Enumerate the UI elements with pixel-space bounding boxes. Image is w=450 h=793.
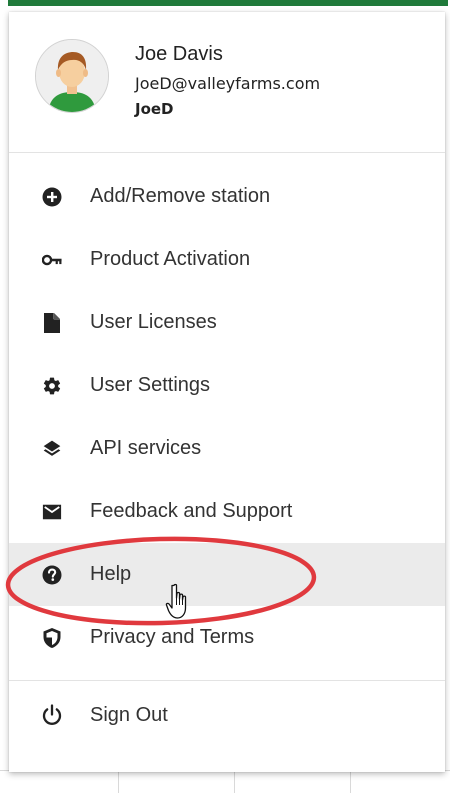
menu-item-feedback-and-support[interactable]: Feedback and Support [9, 480, 445, 543]
envelope-icon [42, 502, 62, 522]
menu-item-label: Help [90, 563, 132, 585]
user-handle: JoeD [135, 100, 174, 118]
user-name: Joe Davis [135, 43, 223, 65]
menu-item-label: Add/Remove station [90, 185, 271, 207]
table-column-divider [118, 771, 119, 793]
menu-item-label: User Settings [90, 374, 211, 396]
user-profile-header: Joe Davis JoeD@valleyfarms.com JoeD [9, 12, 445, 153]
menu-item-label: Product Activation [90, 248, 251, 270]
menu-items: Add/Remove station Product Activation Us… [9, 165, 445, 749]
menu-item-user-licenses[interactable]: User Licenses [9, 291, 445, 354]
key-icon [42, 250, 62, 270]
sign-out-label: Sign Out [90, 703, 168, 726]
menu-item-help[interactable]: Help [9, 543, 445, 606]
account-menu: Joe Davis JoeD@valleyfarms.com JoeD Add/… [9, 12, 445, 772]
layers-icon [42, 439, 62, 459]
menu-item-user-settings[interactable]: User Settings [9, 354, 445, 417]
user-avatar-icon[interactable] [35, 39, 109, 113]
menu-item-product-activation[interactable]: Product Activation [9, 228, 445, 291]
menu-item-add-remove-station[interactable]: Add/Remove station [9, 165, 445, 228]
menu-item-label: User Licenses [90, 311, 217, 333]
menu-item-label: Privacy and Terms [90, 626, 255, 648]
user-email: JoeD@valleyfarms.com [135, 74, 321, 93]
menu-item-label: Feedback and Support [90, 500, 293, 522]
document-icon [42, 312, 62, 333]
menu-item-label: API services [90, 437, 202, 459]
plus-circle-icon [42, 187, 62, 207]
table-column-divider [350, 771, 351, 793]
background-table [0, 770, 450, 793]
sign-out-button[interactable]: Sign Out [9, 681, 445, 749]
menu-item-privacy-and-terms[interactable]: Privacy and Terms [9, 606, 445, 669]
gear-icon [42, 376, 62, 396]
question-circle-icon [42, 565, 62, 585]
table-column-divider [234, 771, 235, 793]
menu-item-api-services[interactable]: API services [9, 417, 445, 480]
power-icon [42, 704, 62, 725]
shield-icon [42, 627, 62, 648]
screen: Joe Davis JoeD@valleyfarms.com JoeD Add/… [0, 0, 450, 793]
app-header-bar [8, 0, 448, 6]
